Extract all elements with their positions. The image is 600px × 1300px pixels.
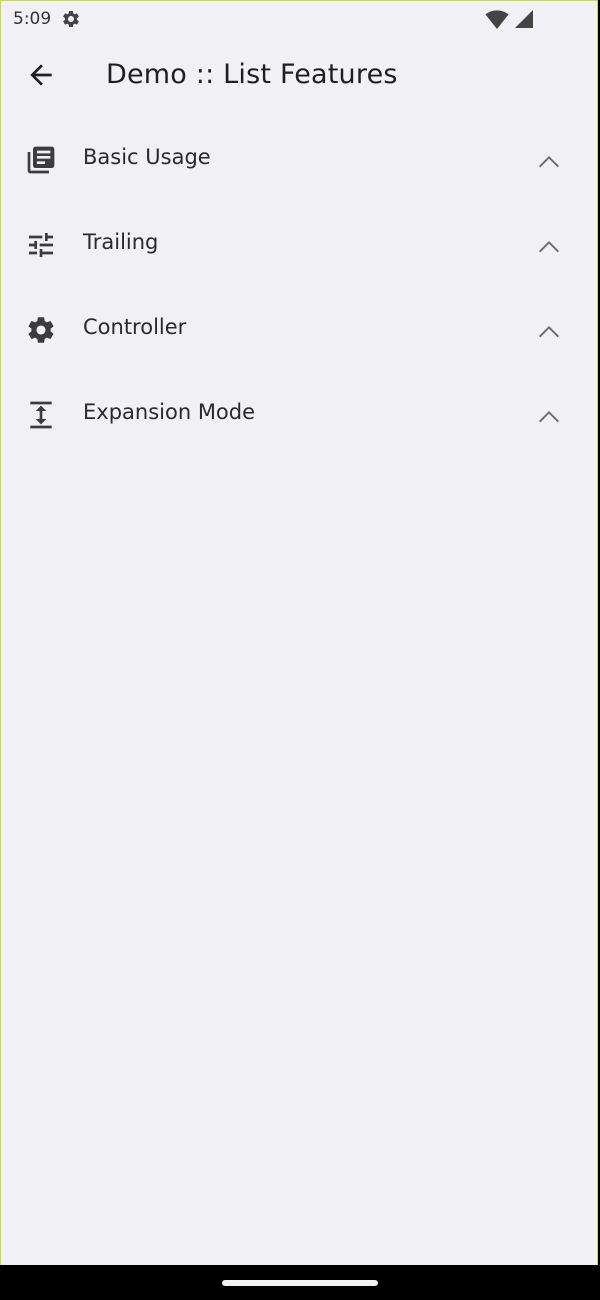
app-bar: Demo :: List Features	[1, 41, 597, 113]
status-right-icons	[485, 8, 535, 34]
expand-height-icon	[25, 399, 57, 431]
settings-gear-icon	[25, 314, 57, 346]
back-button[interactable]	[23, 59, 59, 95]
app-screen: 5:09 Demo:: List Features Basic Usage T…	[0, 0, 598, 1265]
feature-label: Basic Usage	[83, 145, 211, 169]
feature-item-trailing[interactable]: Trailing	[1, 202, 597, 287]
status-bar: 5:09	[1, 1, 597, 37]
feature-item-basic-usage[interactable]: Basic Usage	[1, 117, 597, 202]
chevron-up-icon[interactable]	[535, 403, 563, 431]
page-title: Demo :: List Features	[106, 59, 398, 90]
tune-sliders-icon	[25, 229, 57, 261]
library-books-icon	[25, 144, 57, 176]
feature-item-expansion-mode[interactable]: Expansion Mode	[1, 372, 597, 457]
back-arrow-icon	[25, 59, 57, 95]
chevron-up-icon[interactable]	[535, 148, 563, 176]
feature-label: Controller	[83, 315, 187, 339]
home-indicator[interactable]	[222, 1280, 378, 1286]
chevron-up-icon[interactable]	[535, 318, 563, 346]
feature-label: Expansion Mode	[83, 400, 256, 424]
feature-item-controller[interactable]: Controller	[1, 287, 597, 372]
cell-signal-icon	[513, 8, 535, 34]
settings-gear-icon	[61, 9, 81, 33]
wifi-icon	[485, 8, 509, 34]
feature-label: Trailing	[83, 230, 159, 254]
chevron-up-icon[interactable]	[535, 233, 563, 261]
system-nav-bar	[0, 1265, 600, 1300]
status-time: 5:09	[13, 9, 52, 29]
feature-list: Basic Usage Trailing Controller Expansio…	[1, 117, 597, 457]
